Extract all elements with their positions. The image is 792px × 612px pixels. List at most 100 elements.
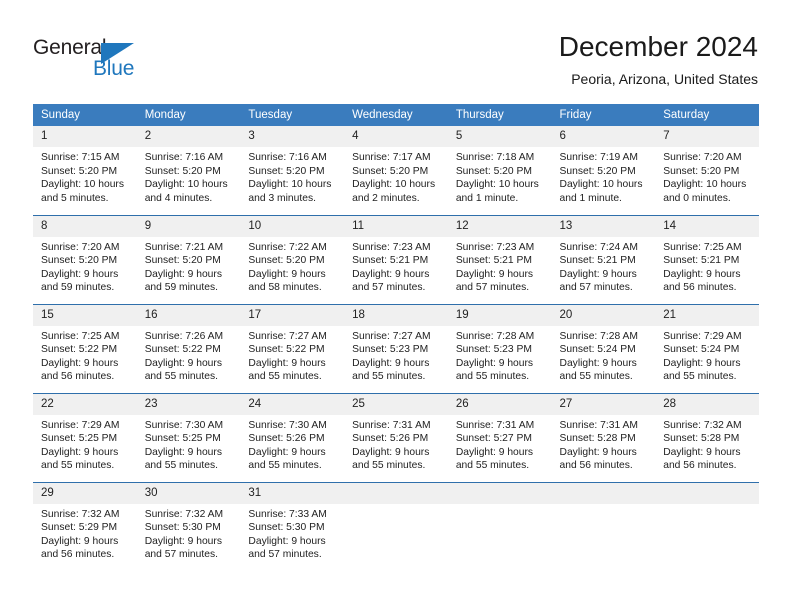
day-daylight-line2-text: and 59 minutes.	[144, 282, 218, 294]
day-sunrise-text: Sunrise: 7:24 AM	[559, 241, 638, 253]
calendar-day-cell[interactable]: 25 Sunrise: 7:31 AM Sunset: 5:26 PM Dayligh…	[344, 392, 448, 482]
day-daylight-line1-text: Daylight: 9 hours	[663, 357, 741, 369]
calendar-day-cell[interactable]: 14 Sunrise: 7:25 AM Sunset: 5:21 PM Dayligh…	[655, 214, 759, 304]
day-daylight-line1-text: Daylight: 9 hours	[559, 268, 637, 280]
day-daylight-line2-text: and 0 minutes.	[663, 192, 731, 204]
day-details: Sunrise: 7:20 AM Sunset: 5:20 PM Daylight:…	[33, 237, 137, 295]
day-sunset-text: Sunset: 5:20 PM	[248, 255, 325, 267]
calendar-day-cell[interactable]: 4 Sunrise: 7:17 AM Sunset: 5:20 PM Daylight…	[344, 126, 448, 215]
calendar-day-cell[interactable]: 31 Sunrise: 7:33 AM Sunset: 5:30 PM Dayligh…	[240, 481, 345, 571]
day-number: 30	[136, 482, 241, 504]
generalblue-logo[interactable]: General Blue	[33, 36, 153, 82]
calendar-day-cell[interactable]: 9 Sunrise: 7:21 AM Sunset: 5:20 PM Daylight…	[136, 214, 241, 304]
day-daylight-line2-text: and 57 minutes.	[559, 282, 633, 294]
calendar-day-cell[interactable]: 27 Sunrise: 7:31 AM Sunset: 5:28 PM Dayligh…	[551, 392, 656, 482]
day-number: 25	[344, 393, 448, 415]
day-sunrise-text: Sunrise: 7:32 AM	[663, 419, 742, 431]
calendar-day-cell[interactable]: 7 Sunrise: 7:20 AM Sunset: 5:20 PM Daylight…	[655, 126, 759, 215]
calendar-week-row: 29 Sunrise: 7:32 AM Sunset: 5:29 PM Dayligh…	[33, 481, 759, 571]
day-details: Sunrise: 7:20 AM Sunset: 5:20 PM Daylight:…	[655, 147, 759, 205]
page-title: December 2024	[558, 31, 758, 62]
calendar-day-cell[interactable]: 16 Sunrise: 7:26 AM Sunset: 5:22 PM Dayligh…	[136, 303, 241, 393]
day-number: 3	[240, 126, 345, 147]
day-sunrise-text: Sunrise: 7:32 AM	[41, 508, 120, 520]
day-daylight-line2-text: and 5 minutes.	[41, 192, 109, 204]
day-sunset-text: Sunset: 5:28 PM	[663, 433, 740, 445]
calendar-day-cell[interactable]: 18 Sunrise: 7:27 AM Sunset: 5:23 PM Dayligh…	[344, 303, 448, 393]
day-sunset-text: Sunset: 5:24 PM	[663, 344, 740, 356]
calendar-day-cell[interactable]: 23 Sunrise: 7:30 AM Sunset: 5:25 PM Dayligh…	[136, 392, 241, 482]
calendar-day-cell[interactable]: 13 Sunrise: 7:24 AM Sunset: 5:21 PM Dayligh…	[551, 214, 656, 304]
calendar-day-cell[interactable]: 30 Sunrise: 7:32 AM Sunset: 5:30 PM Dayligh…	[136, 481, 241, 571]
calendar-day-cell[interactable]: 19 Sunrise: 7:28 AM Sunset: 5:23 PM Dayligh…	[447, 303, 552, 393]
day-daylight-line2-text: and 55 minutes.	[352, 460, 426, 472]
calendar-day-cell[interactable]: 10 Sunrise: 7:22 AM Sunset: 5:20 PM Dayligh…	[240, 214, 345, 304]
weekday-header-tuesday: Tuesday	[240, 104, 345, 126]
day-sunset-text: Sunset: 5:23 PM	[455, 344, 532, 356]
day-details: Sunrise: 7:18 AM Sunset: 5:20 PM Daylight:…	[448, 147, 552, 205]
day-sunset-text: Sunset: 5:24 PM	[559, 344, 636, 356]
calendar-week-row: 22 Sunrise: 7:29 AM Sunset: 5:25 PM Dayligh…	[33, 392, 759, 482]
day-sunrise-text: Sunrise: 7:19 AM	[559, 152, 638, 163]
day-daylight-line2-text: and 57 minutes.	[248, 549, 322, 561]
day-details: Sunrise: 7:31 AM Sunset: 5:26 PM Daylight:…	[344, 415, 448, 473]
calendar-day-cell-empty	[655, 481, 759, 571]
day-number: 28	[655, 393, 759, 415]
day-daylight-line2-text: and 56 minutes.	[663, 282, 737, 294]
calendar-day-cell[interactable]: 5 Sunrise: 7:18 AM Sunset: 5:20 PM Daylight…	[447, 126, 552, 215]
calendar-day-cell[interactable]: 15 Sunrise: 7:25 AM Sunset: 5:22 PM Dayligh…	[33, 303, 137, 393]
day-daylight-line1-text: Daylight: 10 hours	[248, 179, 332, 191]
day-sunrise-text: Sunrise: 7:32 AM	[144, 508, 224, 520]
calendar-day-cell[interactable]: 29 Sunrise: 7:32 AM Sunset: 5:29 PM Dayligh…	[33, 481, 137, 571]
calendar-day-cell[interactable]: 17 Sunrise: 7:27 AM Sunset: 5:22 PM Dayligh…	[240, 303, 345, 393]
calendar-day-cell[interactable]: 8 Sunrise: 7:20 AM Sunset: 5:20 PM Daylight…	[33, 214, 137, 304]
calendar-day-cell[interactable]: 24 Sunrise: 7:30 AM Sunset: 5:26 PM Dayligh…	[240, 392, 345, 482]
day-number	[447, 482, 552, 504]
calendar-day-cell[interactable]: 3 Sunrise: 7:16 AM Sunset: 5:20 PM Daylight…	[240, 126, 345, 215]
day-sunset-text: Sunset: 5:20 PM	[352, 165, 429, 177]
day-sunrise-text: Sunrise: 7:28 AM	[559, 330, 638, 342]
day-number: 17	[240, 304, 345, 326]
day-daylight-line1-text: Daylight: 10 hours	[663, 179, 747, 191]
weekday-header-friday: Friday	[551, 104, 656, 126]
calendar-day-cell[interactable]: 22 Sunrise: 7:29 AM Sunset: 5:25 PM Dayligh…	[33, 392, 137, 482]
day-sunrise-text: Sunrise: 7:28 AM	[455, 330, 535, 342]
calendar-day-cell[interactable]: 2 Sunrise: 7:16 AM Sunset: 5:20 PM Daylight…	[136, 126, 241, 215]
day-daylight-line2-text: and 56 minutes.	[559, 460, 633, 472]
day-sunrise-text: Sunrise: 7:20 AM	[41, 241, 120, 253]
day-daylight-line2-text: and 55 minutes.	[455, 460, 530, 472]
day-daylight-line1-text: Daylight: 9 hours	[41, 357, 119, 369]
calendar-day-cell[interactable]: 1 Sunrise: 7:15 AM Sunset: 5:20 PM Daylight…	[33, 126, 137, 215]
day-number: 20	[551, 304, 656, 326]
day-sunset-text: Sunset: 5:22 PM	[144, 344, 221, 356]
calendar-day-cell[interactable]: 6 Sunrise: 7:19 AM Sunset: 5:20 PM Daylight…	[551, 126, 656, 215]
day-daylight-line1-text: Daylight: 9 hours	[455, 446, 534, 458]
day-daylight-line1-text: Daylight: 9 hours	[559, 446, 637, 458]
day-daylight-line2-text: and 59 minutes.	[41, 282, 115, 294]
calendar-day-cell[interactable]: 20 Sunrise: 7:28 AM Sunset: 5:24 PM Dayligh…	[551, 303, 656, 393]
calendar-day-cell-empty	[344, 481, 448, 571]
day-daylight-line2-text: and 55 minutes.	[144, 460, 218, 472]
day-details: Sunrise: 7:28 AM Sunset: 5:24 PM Daylight:…	[552, 326, 656, 384]
day-daylight-line1-text: Daylight: 9 hours	[455, 357, 534, 369]
day-daylight-line1-text: Daylight: 9 hours	[455, 268, 534, 280]
calendar-day-cell[interactable]: 28 Sunrise: 7:32 AM Sunset: 5:28 PM Dayligh…	[655, 392, 759, 482]
day-daylight-line1-text: Daylight: 9 hours	[248, 446, 326, 458]
calendar-day-cell[interactable]: 21 Sunrise: 7:29 AM Sunset: 5:24 PM Dayligh…	[655, 303, 759, 393]
day-sunset-text: Sunset: 5:23 PM	[352, 344, 429, 356]
day-sunrise-text: Sunrise: 7:29 AM	[41, 419, 120, 431]
calendar-day-cell[interactable]: 26 Sunrise: 7:31 AM Sunset: 5:27 PM Dayligh…	[447, 392, 552, 482]
day-daylight-line1-text: Daylight: 9 hours	[352, 446, 430, 458]
day-sunset-text: Sunset: 5:22 PM	[41, 344, 118, 356]
calendar-day-cell-empty	[447, 481, 552, 571]
day-sunset-text: Sunset: 5:20 PM	[455, 165, 532, 177]
day-number: 4	[344, 126, 448, 147]
day-details: Sunrise: 7:19 AM Sunset: 5:20 PM Daylight:…	[552, 147, 656, 205]
day-details: Sunrise: 7:15 AM Sunset: 5:20 PM Daylight:…	[33, 147, 137, 205]
day-number: 26	[447, 393, 552, 415]
weekday-header-thursday: Thursday	[447, 104, 552, 126]
day-number: 6	[551, 126, 656, 147]
calendar-day-cell[interactable]: 12 Sunrise: 7:23 AM Sunset: 5:21 PM Dayligh…	[447, 214, 552, 304]
calendar-day-cell[interactable]: 11 Sunrise: 7:23 AM Sunset: 5:21 PM Dayligh…	[344, 214, 448, 304]
calendar-week-row: 15 Sunrise: 7:25 AM Sunset: 5:22 PM Dayligh…	[33, 303, 759, 393]
